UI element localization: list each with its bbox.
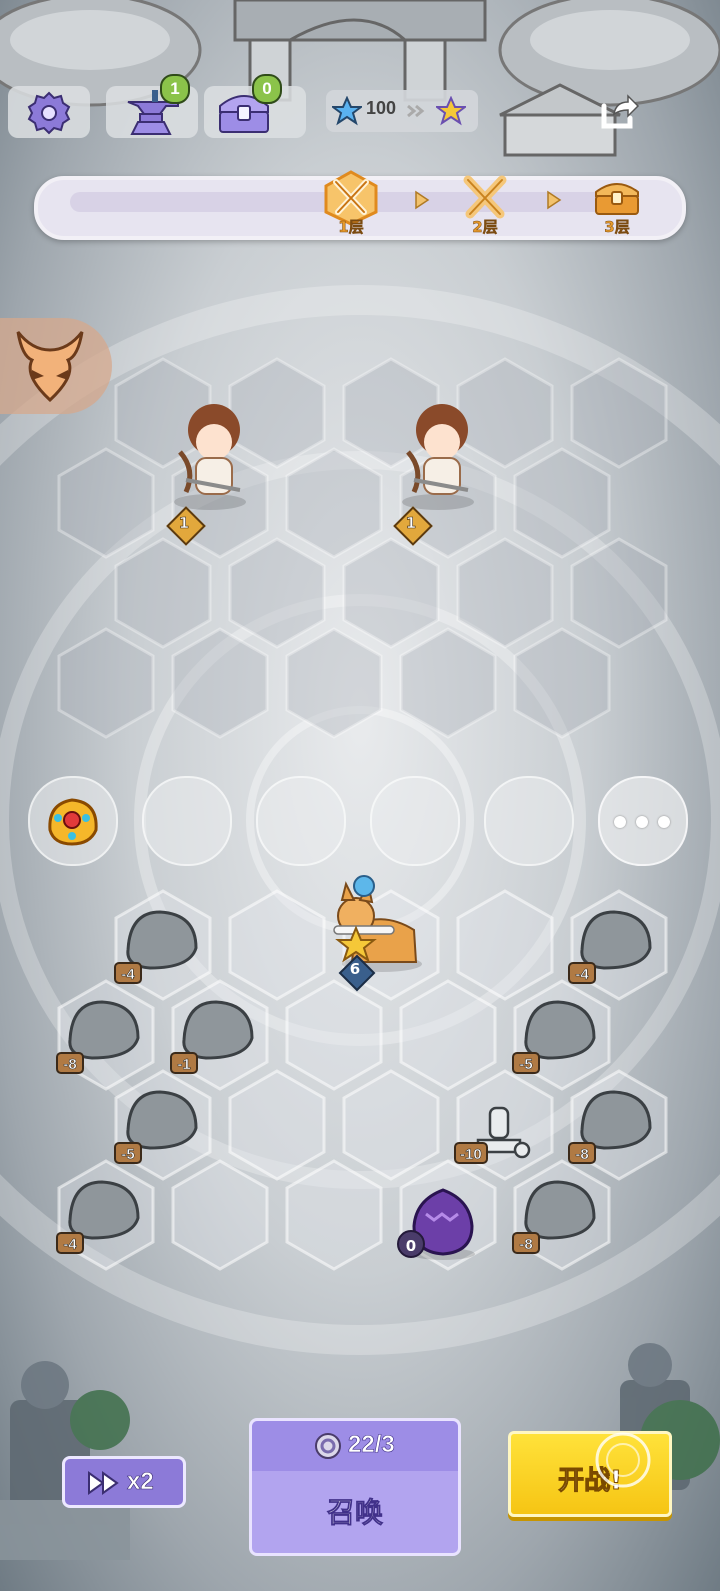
egg-count-badge: 0 — [397, 1230, 425, 1258]
hero-level-text: 6 — [349, 960, 361, 978]
summon-label: 召唤 — [326, 1496, 384, 1530]
rock-value-tag: -8 — [512, 1232, 540, 1254]
rock-value-tag: -10 — [454, 1142, 488, 1164]
more-dots-icon — [636, 816, 648, 828]
speed-label: x2 — [127, 1468, 154, 1496]
summon-cost: 22/3 — [348, 1431, 395, 1459]
more-dots-icon — [658, 816, 670, 828]
rock-value-tag: -8 — [568, 1142, 596, 1164]
start-battle-button[interactable]: 开战! — [508, 1431, 672, 1517]
more-relics-button[interactable] — [598, 776, 688, 866]
rock-value-tag: -4 — [114, 962, 142, 984]
summon-cost-row: 22/3 — [252, 1421, 458, 1471]
enemy-level-text: 1 — [178, 514, 190, 533]
relic-slot-3[interactable] — [256, 776, 346, 866]
rock-value-tag: -4 — [56, 1232, 84, 1254]
relic-slot-5[interactable] — [484, 776, 574, 866]
relic-slot-1[interactable] — [28, 776, 118, 866]
jeweled-crown-icon — [48, 798, 98, 846]
rock-value-tag: -1 — [170, 1052, 198, 1074]
rock-value-tag: -8 — [56, 1052, 84, 1074]
relic-slot-4[interactable] — [370, 776, 460, 866]
rock-value-tag: -5 — [114, 1142, 142, 1164]
relic-slot-2[interactable] — [142, 776, 232, 866]
tap-hint-icon — [595, 1432, 651, 1488]
more-dots-icon — [614, 816, 626, 828]
rock-value-tag: -4 — [568, 962, 596, 984]
rock-value-tag: -5 — [512, 1052, 540, 1074]
summon-button[interactable]: 22/3 召唤 — [249, 1418, 461, 1556]
speed-toggle-button[interactable]: x2 — [62, 1456, 186, 1508]
fast-forward-icon — [88, 1471, 119, 1495]
summon-orb-icon — [315, 1433, 341, 1459]
enemy-level-text: 1 — [405, 514, 417, 533]
